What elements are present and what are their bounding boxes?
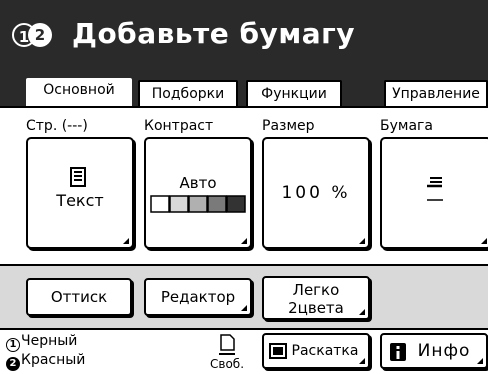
easy-two-color-label-1: Легко [292, 281, 340, 299]
info-label: Инфо [417, 341, 471, 361]
easy-two-color-button[interactable]: Легко 2цвета [262, 276, 370, 320]
tab-basic[interactable]: Основной [26, 78, 132, 108]
layout-label: Раскатка [291, 343, 359, 359]
header-bar: 1 2 Добавьте бумагу [0, 0, 488, 68]
corner-indicator-icon [359, 309, 365, 315]
contrast-button[interactable]: Авто [144, 137, 252, 249]
contrast-value: Авто [179, 174, 217, 192]
editor-label: Редактор [160, 288, 236, 306]
drum-1-status: 1 Черный [6, 333, 77, 352]
page-type-value: Текст [56, 191, 104, 210]
document-icon [219, 334, 235, 355]
corner-indicator-icon [477, 358, 483, 364]
proof-print-label: Оттиск [50, 288, 108, 306]
tab-management[interactable]: Управление [384, 80, 488, 108]
layout-button[interactable]: Раскатка [262, 333, 370, 369]
document-icon [70, 167, 86, 187]
corner-indicator-icon [481, 238, 487, 244]
corner-indicator-icon [359, 238, 365, 244]
paper-button[interactable] [380, 137, 488, 249]
free-label: Своб. [210, 357, 245, 371]
page-title: Добавьте бумагу [72, 17, 355, 50]
drum-indicator-icon: 1 2 [12, 18, 68, 54]
editor-button[interactable]: Редактор [144, 278, 252, 316]
drum-2-status: 2 Красный [6, 352, 85, 371]
drum-1-number: 1 [6, 338, 20, 352]
drum-2-badge: 2 [28, 23, 52, 47]
corner-indicator-icon [359, 358, 365, 364]
tab-bar: Основной Подборки Функции Управление [0, 68, 488, 108]
corner-indicator-icon [241, 305, 247, 311]
drum-2-color: Красный [21, 352, 86, 368]
monitor-icon [269, 343, 287, 359]
size-button[interactable]: 100 % [262, 137, 370, 249]
easy-two-color-label-2: 2цвета [288, 299, 344, 317]
corner-indicator-icon [241, 238, 247, 244]
proof-print-button[interactable]: Оттиск [26, 278, 132, 316]
drum-2-number: 2 [6, 357, 20, 371]
action-bar: Оттиск Редактор Легко 2цвета [0, 264, 488, 330]
paper-label: Бумага [380, 118, 433, 134]
corner-indicator-icon [123, 238, 129, 244]
size-value: 100 % [281, 183, 351, 203]
tab-functions[interactable]: Функции [246, 80, 342, 108]
contrast-label: Контраст [144, 118, 214, 134]
tab-divider [0, 106, 488, 108]
paper-feed-icon [427, 177, 443, 201]
status-bar: 1 Черный 2 Красный Своб. Раскатка Инфо [0, 330, 488, 374]
tab-collections[interactable]: Подборки [138, 80, 238, 108]
info-icon [390, 343, 406, 361]
info-button[interactable]: Инфо [380, 333, 488, 369]
contrast-scale-icon [150, 195, 246, 213]
page-type-button[interactable]: Текст [26, 137, 134, 249]
page-label: Стр. (---) [26, 118, 88, 134]
drum-1-color: Черный [21, 333, 78, 349]
size-label: Размер [262, 118, 315, 134]
